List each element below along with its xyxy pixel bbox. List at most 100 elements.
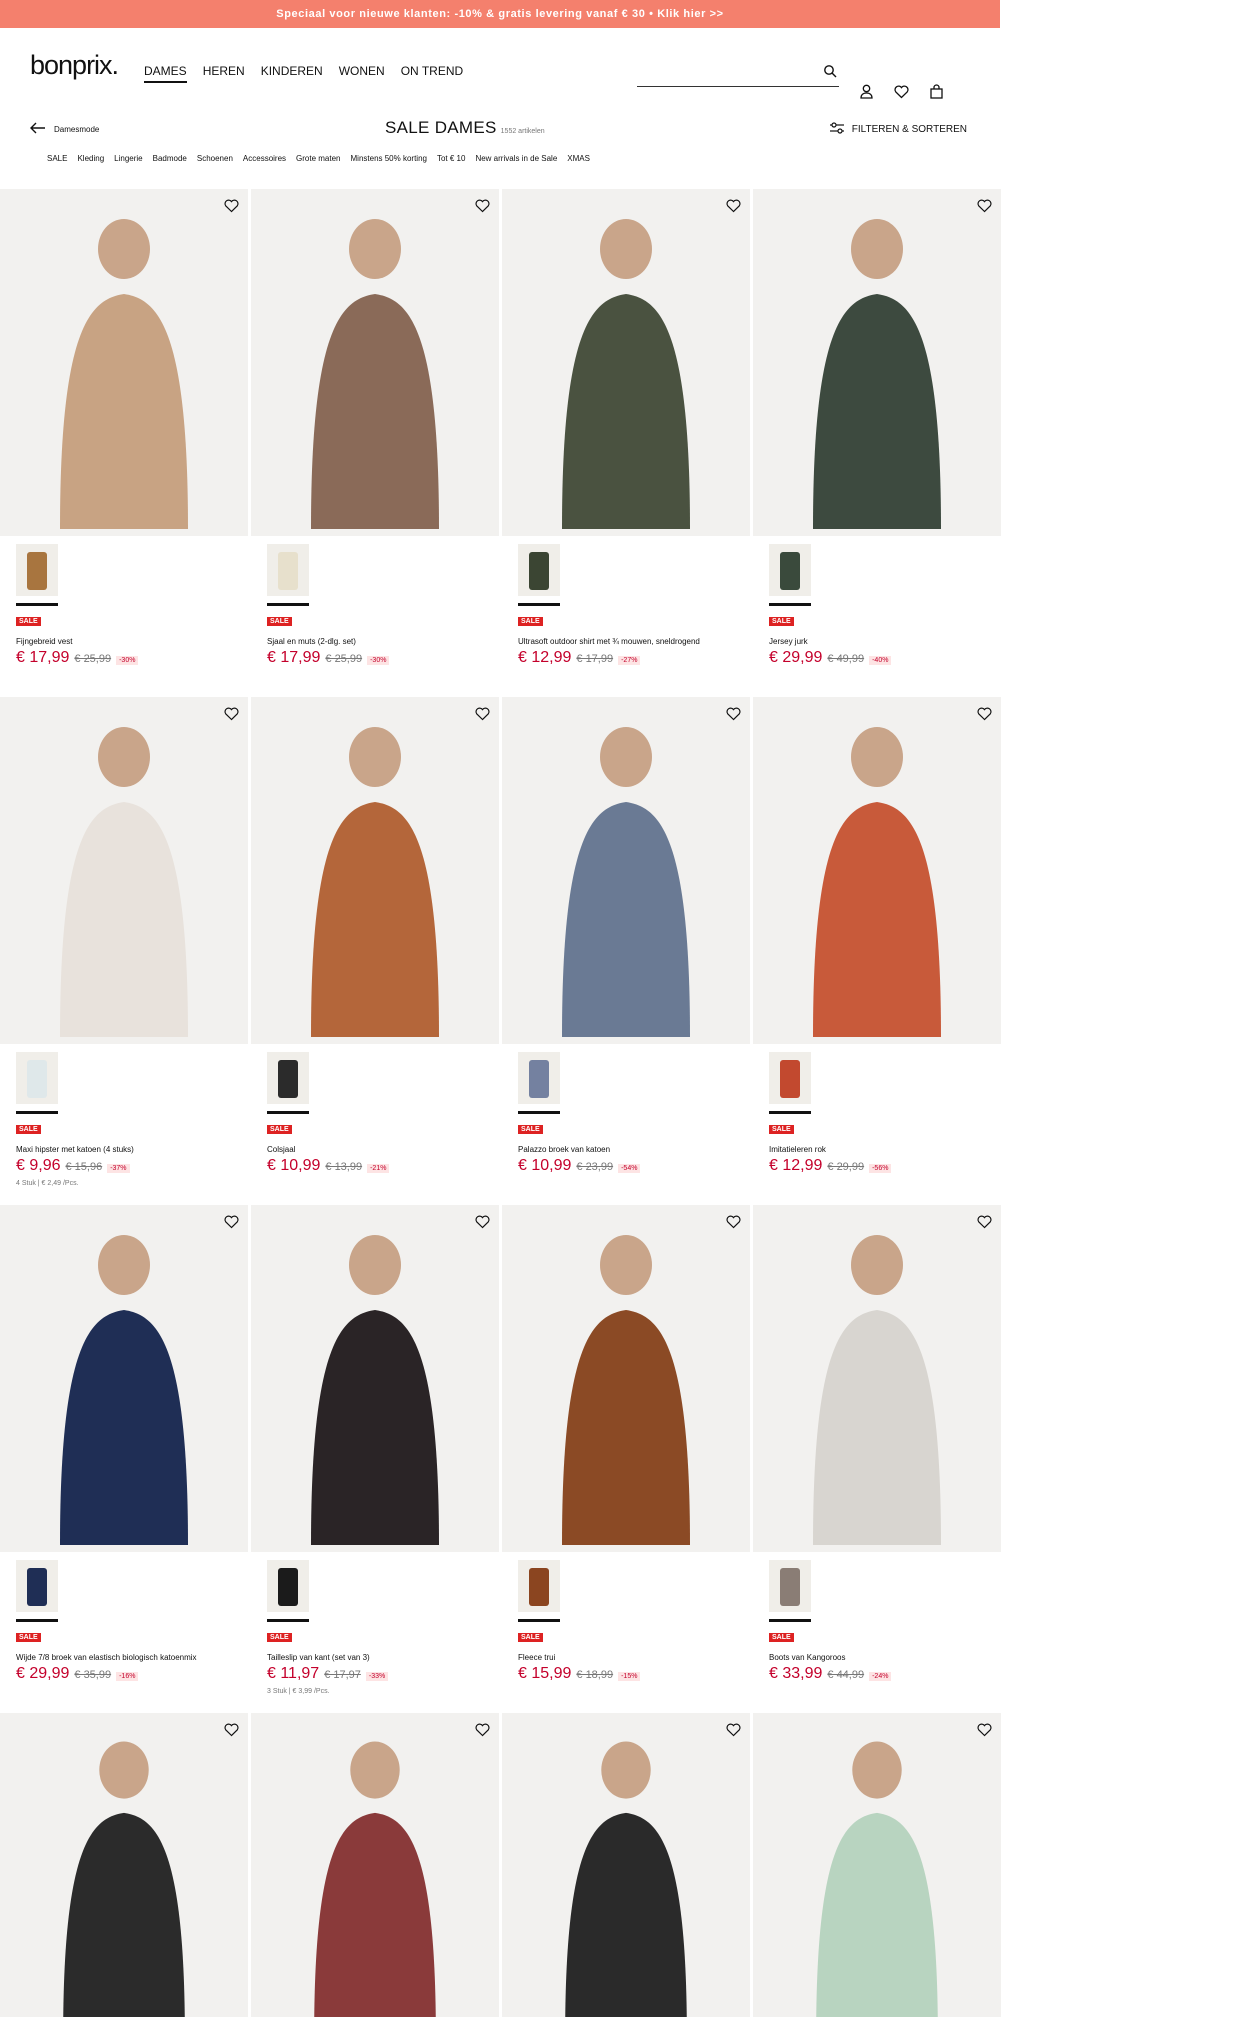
- wishlist-heart-icon[interactable]: [976, 1721, 993, 1738]
- filter-button[interactable]: FILTEREN & SORTEREN: [829, 122, 967, 137]
- product-image[interactable]: [753, 1713, 1001, 2017]
- product-name[interactable]: Jersey jurk: [769, 637, 808, 646]
- product-card[interactable]: [0, 1713, 248, 2017]
- cat-lingerie[interactable]: Lingerie: [114, 154, 142, 163]
- cat-kleding[interactable]: Kleding: [77, 154, 104, 163]
- back-link[interactable]: Damesmode: [30, 122, 99, 136]
- product-image[interactable]: [251, 697, 499, 1044]
- wishlist-heart-icon[interactable]: [474, 197, 491, 214]
- product-card[interactable]: SALE Boots van Kangoroos € 33,99 € 44,99…: [753, 1205, 1001, 1713]
- product-card[interactable]: SALE Colsjaal € 10,99 € 13,99 -21%: [251, 697, 499, 1205]
- product-card[interactable]: SALE Fijngebreid vest € 17,99 € 25,99 -3…: [0, 189, 248, 697]
- cat-50-korting[interactable]: Minstens 50% korting: [351, 154, 427, 163]
- product-name[interactable]: Palazzo broek van katoen: [518, 1145, 610, 1154]
- search-input[interactable]: [637, 61, 807, 85]
- color-thumbnail[interactable]: [518, 1560, 560, 1612]
- nav-heren[interactable]: HEREN: [203, 64, 245, 83]
- product-card[interactable]: SALE Sjaal en muts (2-dlg. set) € 17,99 …: [251, 189, 499, 697]
- color-thumbnail[interactable]: [518, 544, 560, 596]
- product-image[interactable]: [502, 697, 750, 1044]
- cat-schoenen[interactable]: Schoenen: [197, 154, 233, 163]
- search-icon[interactable]: [823, 64, 837, 83]
- product-image[interactable]: [753, 697, 1001, 1044]
- product-name[interactable]: Fijngebreid vest: [16, 637, 72, 646]
- product-image[interactable]: [251, 189, 499, 536]
- cat-xmas[interactable]: XMAS: [567, 154, 590, 163]
- product-image[interactable]: [753, 1205, 1001, 1552]
- cart-icon[interactable]: [928, 83, 945, 100]
- product-card[interactable]: SALE Maxi hipster met katoen (4 stuks) €…: [0, 697, 248, 1205]
- product-card[interactable]: SALE Tailleslip van kant (set van 3) € 1…: [251, 1205, 499, 1713]
- product-photo: [813, 1235, 941, 1545]
- sale-badge: SALE: [769, 1125, 794, 1134]
- search-box: [637, 61, 839, 87]
- wishlist-icon[interactable]: [893, 83, 910, 100]
- product-name[interactable]: Fleece trui: [518, 1653, 555, 1662]
- cat-tot-10[interactable]: Tot € 10: [437, 154, 465, 163]
- color-thumbnail[interactable]: [267, 544, 309, 596]
- product-card[interactable]: SALE Ultrasoft outdoor shirt met ¾ mouwe…: [502, 189, 750, 697]
- wishlist-heart-icon[interactable]: [725, 197, 742, 214]
- color-thumbnail[interactable]: [769, 1560, 811, 1612]
- product-image[interactable]: [502, 189, 750, 536]
- color-thumbnail[interactable]: [769, 544, 811, 596]
- product-name[interactable]: Tailleslip van kant (set van 3): [267, 1653, 370, 1662]
- product-name[interactable]: Imitatieleren rok: [769, 1145, 826, 1154]
- product-image[interactable]: [0, 1713, 248, 2017]
- product-image[interactable]: [251, 1713, 499, 2017]
- wishlist-heart-icon[interactable]: [976, 197, 993, 214]
- color-thumbnail[interactable]: [16, 544, 58, 596]
- product-image[interactable]: [0, 697, 248, 1044]
- bonprix-logo[interactable]: bonprix.: [30, 50, 119, 81]
- product-card[interactable]: [502, 1713, 750, 2017]
- product-image[interactable]: [0, 1205, 248, 1552]
- product-image[interactable]: [753, 189, 1001, 536]
- wishlist-heart-icon[interactable]: [223, 197, 240, 214]
- wishlist-heart-icon[interactable]: [976, 705, 993, 722]
- wishlist-heart-icon[interactable]: [474, 1721, 491, 1738]
- wishlist-heart-icon[interactable]: [223, 1213, 240, 1230]
- cat-sale[interactable]: SALE: [47, 154, 67, 163]
- color-thumbnail[interactable]: [769, 1052, 811, 1104]
- product-card[interactable]: SALE Imitatieleren rok € 12,99 € 29,99 -…: [753, 697, 1001, 1205]
- nav-kinderen[interactable]: KINDEREN: [261, 64, 323, 83]
- product-card[interactable]: SALE Wijde 7/8 broek van elastisch biolo…: [0, 1205, 248, 1713]
- account-icon[interactable]: [858, 83, 875, 100]
- color-thumbnail[interactable]: [518, 1052, 560, 1104]
- cat-new-arrivals[interactable]: New arrivals in de Sale: [475, 154, 557, 163]
- product-card[interactable]: SALE Fleece trui € 15,99 € 18,99 -15%: [502, 1205, 750, 1713]
- product-card[interactable]: [251, 1713, 499, 2017]
- product-image[interactable]: [251, 1205, 499, 1552]
- product-card[interactable]: [753, 1713, 1001, 2017]
- product-name[interactable]: Colsjaal: [267, 1145, 295, 1154]
- color-thumbnail[interactable]: [267, 1052, 309, 1104]
- product-image[interactable]: [502, 1205, 750, 1552]
- cat-grote-maten[interactable]: Grote maten: [296, 154, 340, 163]
- cat-badmode[interactable]: Badmode: [153, 154, 187, 163]
- wishlist-heart-icon[interactable]: [725, 1721, 742, 1738]
- color-thumbnail[interactable]: [16, 1052, 58, 1104]
- product-image[interactable]: [502, 1713, 750, 2017]
- product-name[interactable]: Boots van Kangoroos: [769, 1653, 846, 1662]
- wishlist-heart-icon[interactable]: [223, 1721, 240, 1738]
- product-card[interactable]: SALE Jersey jurk € 29,99 € 49,99 -40%: [753, 189, 1001, 697]
- product-name[interactable]: Sjaal en muts (2-dlg. set): [267, 637, 356, 646]
- wishlist-heart-icon[interactable]: [474, 1213, 491, 1230]
- product-image[interactable]: [0, 189, 248, 536]
- product-name[interactable]: Ultrasoft outdoor shirt met ¾ mouwen, sn…: [518, 637, 700, 646]
- color-thumbnail[interactable]: [16, 1560, 58, 1612]
- wishlist-heart-icon[interactable]: [725, 1213, 742, 1230]
- nav-wonen[interactable]: WONEN: [339, 64, 385, 83]
- color-thumbnail[interactable]: [267, 1560, 309, 1612]
- product-name[interactable]: Maxi hipster met katoen (4 stuks): [16, 1145, 134, 1154]
- promo-banner[interactable]: Speciaal voor nieuwe klanten: -10% & gra…: [0, 0, 1000, 28]
- wishlist-heart-icon[interactable]: [976, 1213, 993, 1230]
- wishlist-heart-icon[interactable]: [223, 705, 240, 722]
- product-name[interactable]: Wijde 7/8 broek van elastisch biologisch…: [16, 1653, 197, 1662]
- cat-accessoires[interactable]: Accessoires: [243, 154, 286, 163]
- nav-on-trend[interactable]: ON TREND: [401, 64, 463, 83]
- wishlist-heart-icon[interactable]: [725, 705, 742, 722]
- wishlist-heart-icon[interactable]: [474, 705, 491, 722]
- nav-dames[interactable]: DAMES: [144, 64, 187, 83]
- product-card[interactable]: SALE Palazzo broek van katoen € 10,99 € …: [502, 697, 750, 1205]
